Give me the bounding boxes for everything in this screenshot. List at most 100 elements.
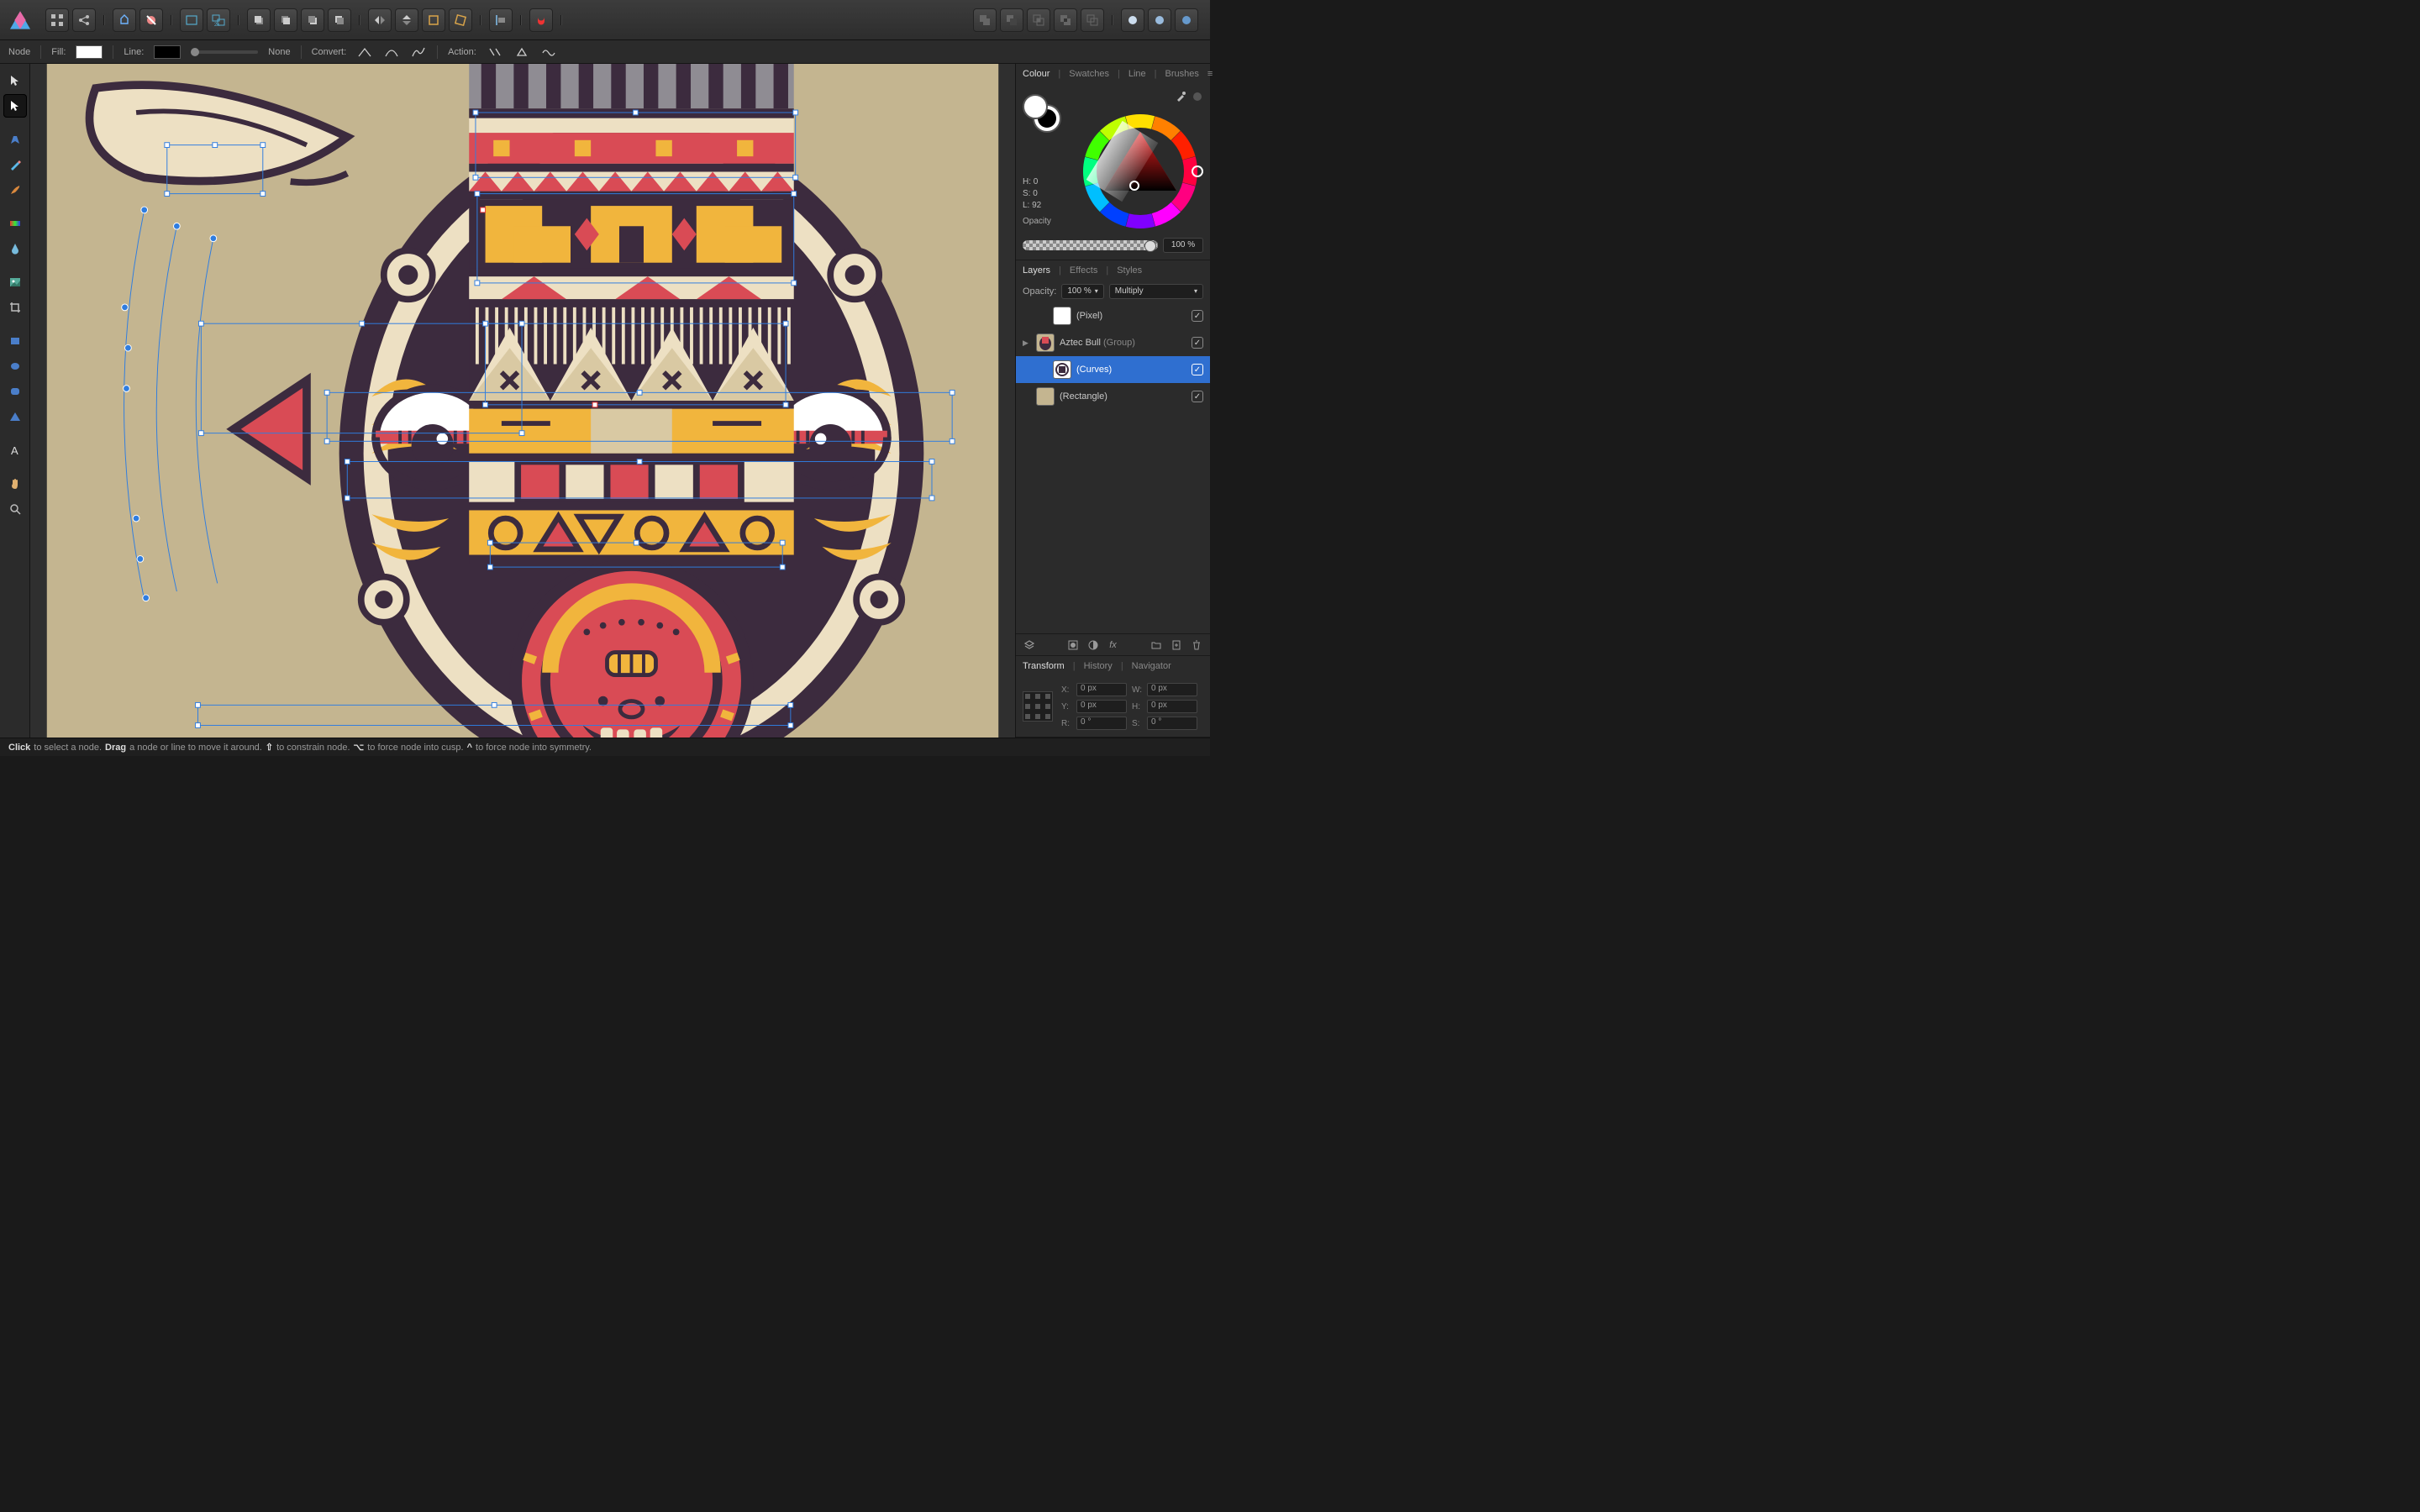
layer-row[interactable]: (Pixel) <box>1016 302 1210 329</box>
crop-tool-icon[interactable] <box>3 296 27 319</box>
pencil-tool-icon[interactable] <box>3 153 27 176</box>
opacity-slider[interactable] <box>1023 240 1158 250</box>
zoom-tool-icon[interactable] <box>3 497 27 521</box>
layer-opacity-field[interactable]: 100 % ▾ <box>1061 284 1103 299</box>
tab-history[interactable]: History <box>1084 661 1113 671</box>
hue-wheel[interactable] <box>1077 108 1203 234</box>
blend-mode-dropdown[interactable]: Multiply ▾ <box>1109 284 1203 299</box>
tab-swatches[interactable]: Swatches <box>1069 69 1109 79</box>
tab-effects[interactable]: Effects <box>1070 265 1097 276</box>
place-tool-icon[interactable] <box>3 270 27 294</box>
fx-icon[interactable]: fx <box>1107 638 1120 652</box>
x-field[interactable]: 0 px <box>1076 683 1127 696</box>
tool-palette: A <box>0 64 30 738</box>
svg-text:2x: 2x <box>214 23 219 27</box>
convert-smooth-icon[interactable] <box>383 44 400 60</box>
visibility-checkbox[interactable] <box>1192 391 1203 402</box>
view-2x-icon[interactable]: 2x <box>207 8 230 32</box>
align-left-icon[interactable] <box>489 8 513 32</box>
move-back-icon[interactable] <box>247 8 271 32</box>
tab-brushes[interactable]: Brushes <box>1165 69 1198 79</box>
clip-inside-icon[interactable] <box>113 8 136 32</box>
tab-navigator[interactable]: Navigator <box>1132 661 1171 671</box>
corner-concave-icon[interactable] <box>1175 8 1198 32</box>
bool-divide-icon[interactable] <box>1081 8 1104 32</box>
view-grid-icon[interactable] <box>45 8 69 32</box>
action-close-icon[interactable] <box>513 44 530 60</box>
pen-tool-icon[interactable] <box>3 128 27 151</box>
fill-swatch[interactable] <box>76 45 103 59</box>
move-backward-icon[interactable] <box>274 8 297 32</box>
brush-tool-icon[interactable] <box>3 178 27 202</box>
flip-h-icon[interactable] <box>368 8 392 32</box>
layers-stack-icon[interactable] <box>1023 638 1036 652</box>
corner-round-icon[interactable] <box>1121 8 1144 32</box>
layer-opacity-label: Opacity: <box>1023 286 1056 297</box>
app-logo-icon[interactable] <box>7 7 34 34</box>
stroke-weight-slider[interactable] <box>191 50 258 54</box>
visibility-checkbox[interactable] <box>1192 364 1203 375</box>
gradient-tool-icon[interactable] <box>3 212 27 235</box>
y-label: Y: <box>1061 702 1071 711</box>
visibility-checkbox[interactable] <box>1192 337 1203 349</box>
eyedropper-apply-icon[interactable] <box>1192 91 1203 105</box>
pan-tool-icon[interactable] <box>3 472 27 496</box>
tab-layers[interactable]: Layers <box>1023 265 1050 276</box>
opacity-field[interactable]: 100 % <box>1163 238 1203 253</box>
line-swatch[interactable] <box>154 45 181 59</box>
share-icon[interactable] <box>72 8 96 32</box>
action-break-icon[interactable] <box>487 44 503 60</box>
s-field[interactable]: 0 ° <box>1147 717 1197 730</box>
layer-row[interactable]: (Curves) <box>1016 356 1210 383</box>
canvas[interactable] <box>30 64 1015 738</box>
transparency-tool-icon[interactable] <box>3 237 27 260</box>
move-tool-icon[interactable] <box>3 69 27 92</box>
panel-menu-icon[interactable]: ≡ <box>1207 69 1213 79</box>
tab-colour[interactable]: Colour <box>1023 69 1050 79</box>
snap-icon[interactable] <box>529 8 553 32</box>
ellipse-tool-icon[interactable] <box>3 354 27 378</box>
rect-tool-icon[interactable] <box>3 329 27 353</box>
rounded-tool-icon[interactable] <box>3 380 27 403</box>
visibility-checkbox[interactable] <box>1192 310 1203 322</box>
fill-stroke-selector[interactable] <box>1023 94 1060 131</box>
r-field[interactable]: 0 ° <box>1076 717 1127 730</box>
w-field[interactable]: 0 px <box>1147 683 1197 696</box>
convert-sharp-icon[interactable] <box>356 44 373 60</box>
move-front-icon[interactable] <box>328 8 351 32</box>
bool-subtract-icon[interactable] <box>1000 8 1023 32</box>
view-1x-icon[interactable] <box>180 8 203 32</box>
tab-styles[interactable]: Styles <box>1117 265 1142 276</box>
bool-add-icon[interactable] <box>973 8 997 32</box>
action-smooth-icon[interactable] <box>540 44 557 60</box>
layer-row[interactable]: ▶ Aztec Bull (Group) <box>1016 329 1210 356</box>
layer-row[interactable]: (Rectangle) <box>1016 383 1210 410</box>
convert-smart-icon[interactable] <box>410 44 427 60</box>
flip-v-icon[interactable] <box>395 8 418 32</box>
corner-bevel-icon[interactable] <box>1148 8 1171 32</box>
tab-transform[interactable]: Transform <box>1023 661 1065 671</box>
tab-line[interactable]: Line <box>1128 69 1146 79</box>
bool-intersect-icon[interactable] <box>1027 8 1050 32</box>
move-forward-icon[interactable] <box>301 8 324 32</box>
text-tool-icon[interactable]: A <box>3 438 27 462</box>
add-layer-icon[interactable] <box>1170 638 1183 652</box>
mask-icon[interactable] <box>1066 638 1080 652</box>
y-field[interactable]: 0 px <box>1076 700 1127 713</box>
rotate-cw-icon[interactable] <box>449 8 472 32</box>
trash-icon[interactable] <box>1190 638 1203 652</box>
clip-outside-icon[interactable] <box>139 8 163 32</box>
stroke-weight-value: None <box>268 47 290 57</box>
folder-icon[interactable] <box>1150 638 1163 652</box>
node-tool-icon[interactable] <box>3 94 27 118</box>
adjustment-icon[interactable] <box>1086 638 1100 652</box>
eyedropper-icon[interactable] <box>1175 91 1186 105</box>
x-label: X: <box>1061 685 1071 695</box>
rotate-ccw-icon[interactable] <box>422 8 445 32</box>
triangle-tool-icon[interactable] <box>3 405 27 428</box>
h-field[interactable]: 0 px <box>1147 700 1197 713</box>
line-label: Line: <box>124 47 144 57</box>
s-label: S: <box>1132 719 1142 728</box>
bool-xor-icon[interactable] <box>1054 8 1077 32</box>
anchor-grid[interactable] <box>1023 691 1053 722</box>
